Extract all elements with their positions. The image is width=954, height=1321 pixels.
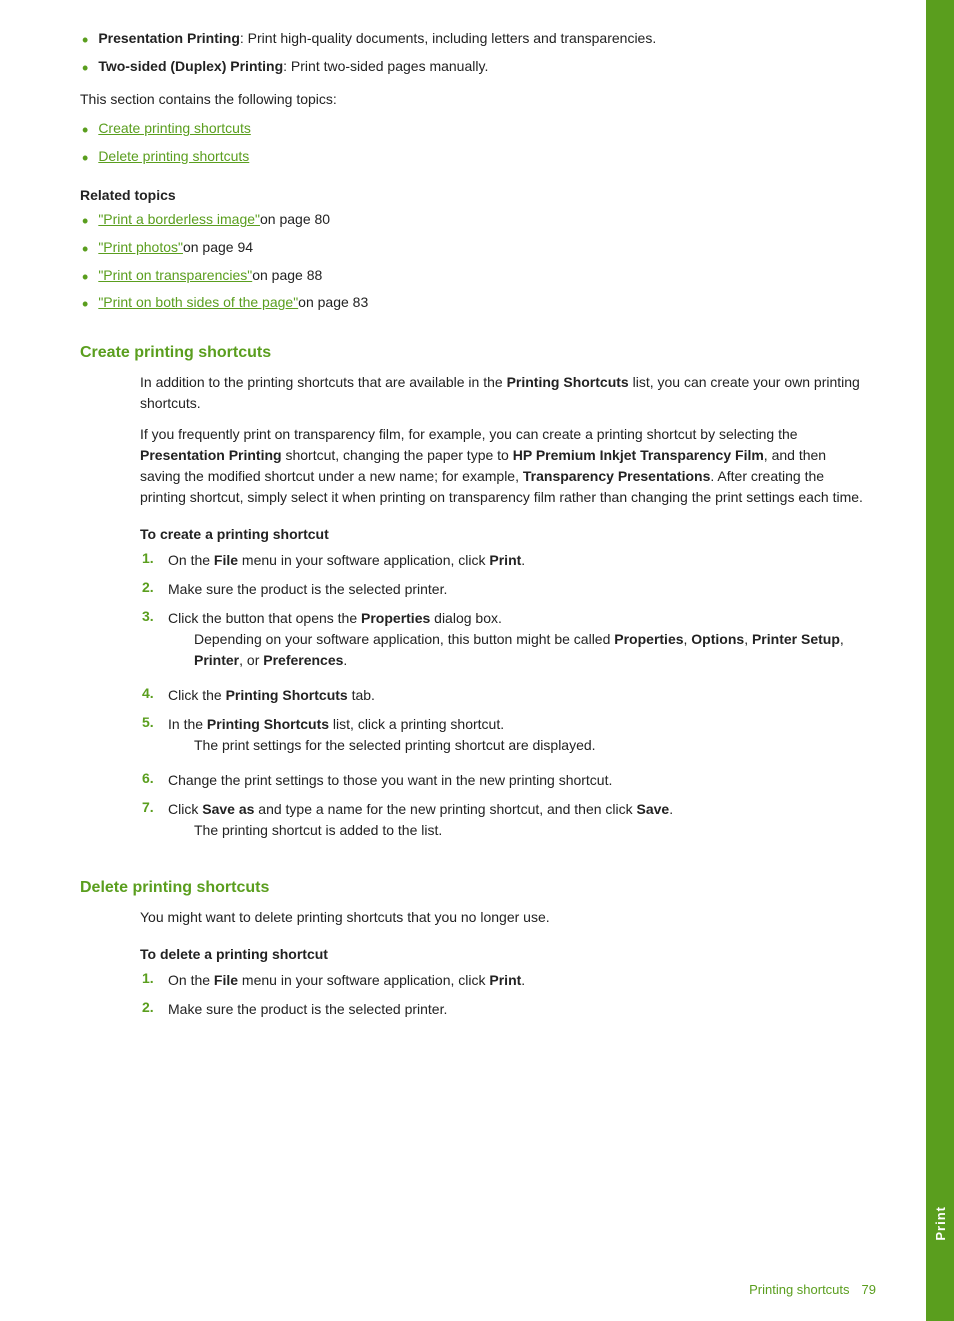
step-5-num: 5.: [142, 714, 160, 730]
both-sides-suffix: on page 83: [298, 294, 368, 310]
create-step-6: 6. Change the print settings to those yo…: [140, 770, 866, 791]
transparencies-suffix: on page 88: [252, 267, 322, 283]
toc-delete-shortcuts[interactable]: Delete printing shortcuts: [80, 148, 866, 170]
related-topics-section: Related topics "Print a borderless image…: [80, 187, 866, 315]
photos-link[interactable]: "Print photos": [98, 239, 183, 255]
two-sided-printing-bold: Two-sided (Duplex) Printing: [98, 58, 283, 74]
borderless-suffix: on page 80: [260, 211, 330, 227]
toc-link-list: Create printing shortcuts Delete printin…: [80, 120, 866, 169]
delete-shortcuts-section: Delete printing shortcuts You might want…: [80, 879, 866, 1020]
delete-subsection-title: To delete a printing shortcut: [140, 946, 866, 962]
delete-step-1-num: 1.: [142, 970, 160, 986]
step-1-num: 1.: [142, 550, 160, 566]
create-shortcuts-link[interactable]: Create printing shortcuts: [98, 120, 251, 136]
create-subsection-title: To create a printing shortcut: [140, 526, 866, 542]
create-step-4: 4. Click the Printing Shortcuts tab.: [140, 685, 866, 706]
intro-bullet-list: Presentation Printing: Print high-qualit…: [80, 30, 866, 79]
footer-label: Printing shortcuts: [749, 1282, 849, 1297]
related-topics-heading: Related topics: [80, 187, 866, 203]
step-6-num: 6.: [142, 770, 160, 786]
delete-step-1: 1. On the File menu in your software app…: [140, 970, 866, 991]
right-tab: Print: [926, 0, 954, 1321]
page-number: 79: [862, 1282, 876, 1297]
right-tab-label: Print: [933, 1206, 948, 1241]
bullet-presentation-printing: Presentation Printing: Print high-qualit…: [80, 30, 866, 52]
borderless-link[interactable]: "Print a borderless image": [98, 211, 260, 227]
related-borderless[interactable]: "Print a borderless image" on page 80: [80, 211, 866, 233]
create-steps-list: 1. On the File menu in your software app…: [140, 550, 866, 847]
printing-shortcuts-bold: Printing Shortcuts: [507, 374, 629, 390]
create-shortcuts-heading: Create printing shortcuts: [80, 344, 866, 362]
delete-step-2-num: 2.: [142, 999, 160, 1015]
step-4-num: 4.: [142, 685, 160, 701]
related-both-sides[interactable]: "Print on both sides of the page" on pag…: [80, 294, 866, 316]
step-2-num: 2.: [142, 579, 160, 595]
delete-shortcuts-link[interactable]: Delete printing shortcuts: [98, 148, 249, 164]
section-intro-text: This section contains the following topi…: [80, 89, 866, 110]
related-transparencies[interactable]: "Print on transparencies" on page 88: [80, 267, 866, 289]
create-shortcuts-section: Create printing shortcuts In addition to…: [80, 344, 866, 847]
toc-create-shortcuts[interactable]: Create printing shortcuts: [80, 120, 866, 142]
two-sided-printing-text: : Print two-sided pages manually.: [283, 58, 488, 74]
both-sides-link[interactable]: "Print on both sides of the page": [98, 294, 298, 310]
related-photos[interactable]: "Print photos" on page 94: [80, 239, 866, 261]
bullet-two-sided-printing: Two-sided (Duplex) Printing: Print two-s…: [80, 58, 866, 80]
create-step-1: 1. On the File menu in your software app…: [140, 550, 866, 571]
presentation-printing-text: : Print high-quality documents, includin…: [240, 30, 656, 46]
create-step-5: 5. In the Printing Shortcuts list, click…: [140, 714, 866, 762]
create-para2: If you frequently print on transparency …: [140, 424, 866, 508]
delete-step-2: 2. Make sure the product is the selected…: [140, 999, 866, 1020]
step-3-num: 3.: [142, 608, 160, 624]
related-topics-list: "Print a borderless image" on page 80 "P…: [80, 211, 866, 315]
transparencies-link[interactable]: "Print on transparencies": [98, 267, 252, 283]
delete-steps-list: 1. On the File menu in your software app…: [140, 970, 866, 1020]
page-footer: Printing shortcuts 79: [749, 1282, 876, 1297]
create-step-7: 7. Click Save as and type a name for the…: [140, 799, 866, 847]
presentation-printing-bold: Presentation Printing: [98, 30, 240, 46]
delete-para1: You might want to delete printing shortc…: [140, 907, 866, 928]
create-para1: In addition to the printing shortcuts th…: [140, 372, 866, 414]
create-step-2: 2. Make sure the product is the selected…: [140, 579, 866, 600]
step-7-num: 7.: [142, 799, 160, 815]
photos-suffix: on page 94: [183, 239, 253, 255]
delete-shortcuts-heading: Delete printing shortcuts: [80, 879, 866, 897]
create-step-3: 3. Click the button that opens the Prope…: [140, 608, 866, 677]
